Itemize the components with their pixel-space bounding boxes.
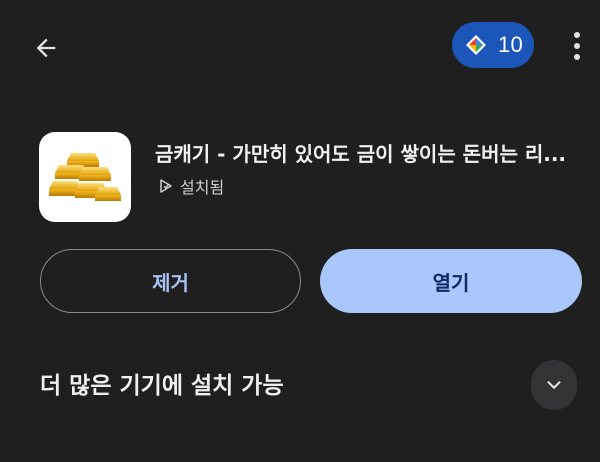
google-play-points-icon bbox=[466, 35, 486, 55]
remove-button-label: 제거 bbox=[152, 270, 189, 295]
app-icon[interactable] bbox=[39, 132, 131, 222]
install-status: 설치됨 bbox=[158, 174, 224, 198]
more-devices-heading: 더 많은 기기에 설치 가능 bbox=[40, 373, 284, 399]
expand-more-devices-button[interactable] bbox=[531, 360, 577, 410]
app-title: 금캐기 - 가만히 있어도 금이 쌓이는 돈버는 리... bbox=[155, 142, 567, 166]
play-points-badge[interactable]: 10 bbox=[452, 22, 534, 68]
installed-play-icon bbox=[160, 179, 172, 193]
back-button[interactable] bbox=[26, 28, 66, 68]
chevron-down-icon bbox=[547, 381, 561, 389]
more-options-button[interactable] bbox=[562, 28, 592, 64]
remove-button[interactable]: 제거 bbox=[40, 249, 301, 313]
open-button[interactable]: 열기 bbox=[320, 249, 582, 313]
install-status-label: 설치됨 bbox=[180, 178, 225, 197]
gold-bars-icon bbox=[49, 153, 121, 201]
open-button-label: 열기 bbox=[432, 270, 470, 295]
points-value: 10 bbox=[498, 32, 524, 57]
more-vert-icon bbox=[574, 32, 580, 38]
arrow-left-icon bbox=[36, 38, 56, 58]
